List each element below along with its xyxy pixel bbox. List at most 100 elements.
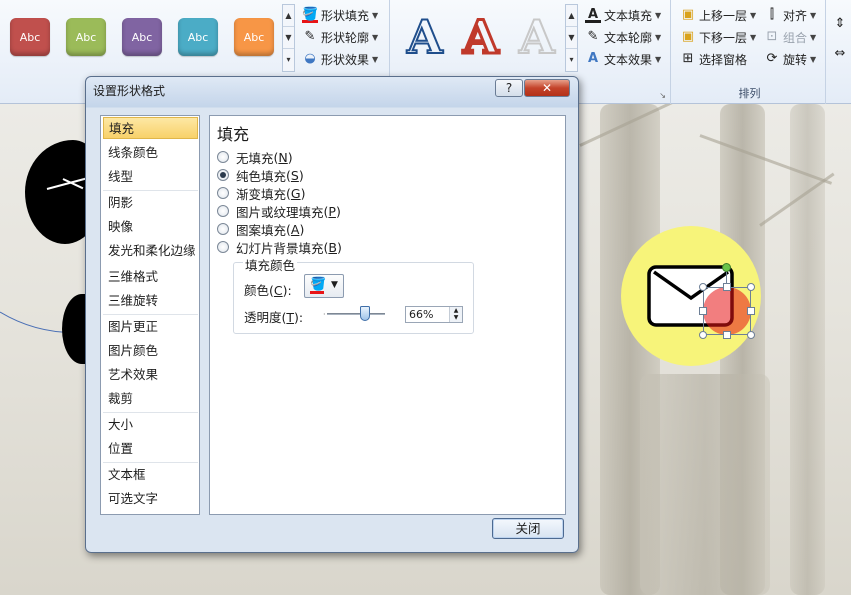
nav-item-artistic-effects[interactable]: 艺术效果	[103, 364, 198, 386]
transparency-slider-track[interactable]	[327, 313, 385, 315]
text-fill-icon: A	[585, 7, 601, 23]
transparency-value: 66%	[409, 308, 434, 321]
align-label: 对齐	[783, 8, 808, 23]
nav-item-3d-rotation[interactable]: 三维旋转	[103, 290, 198, 312]
nav-item-picture-color[interactable]: 图片颜色	[103, 340, 198, 362]
scroll-up-icon[interactable]: ▲	[283, 5, 294, 27]
panel-title: 填充	[217, 125, 250, 144]
size-button[interactable]: ⇕	[832, 14, 851, 34]
gallery-more-icon[interactable]: ▾	[566, 49, 577, 71]
transparency-slider-thumb[interactable]	[360, 306, 371, 321]
selection-pane-icon: ⊞	[682, 51, 694, 66]
radio-gradient-fill[interactable]	[217, 187, 229, 199]
nav-item-reflection[interactable]: 映像	[103, 216, 198, 238]
text-fill-button[interactable]: A 文本填充 ▼	[585, 5, 661, 25]
shape-outline-button[interactable]: ✎ 形状轮廓 ▼	[302, 27, 379, 47]
nav-separator	[103, 412, 198, 413]
wordart-style-red[interactable]: A	[462, 9, 501, 66]
shape-style-swatch[interactable]: Abc	[122, 18, 162, 56]
resize-handle[interactable]	[723, 331, 731, 339]
text-outline-button[interactable]: ✎ 文本轮廓 ▼	[585, 27, 662, 47]
nav-item-shadow[interactable]: 阴影	[103, 192, 198, 214]
nav-item-size[interactable]: 大小	[103, 414, 198, 436]
transparency-input[interactable]: 66% ▲ ▼	[405, 306, 463, 323]
chevron-down-icon: ▼	[372, 54, 379, 64]
bring-forward-button[interactable]: ▣ 上移一层 ▼	[680, 5, 756, 25]
resize-handle[interactable]	[699, 307, 707, 315]
chevron-down-icon: ▼	[655, 10, 662, 20]
wordart-style-blue[interactable]: A	[406, 9, 444, 65]
align-button[interactable]: ⫿ 对齐 ▼	[764, 5, 816, 25]
send-backward-button[interactable]: ▣ 下移一层 ▼	[680, 27, 756, 47]
nav-item-picture-corrections[interactable]: 图片更正	[103, 316, 198, 338]
rotation-handle[interactable]	[722, 263, 731, 272]
chevron-down-icon: ▼	[372, 10, 379, 20]
dialog-title: 设置形状格式	[93, 84, 166, 98]
rotate-button[interactable]: ⟳ 旋转 ▼	[764, 49, 817, 69]
resize-handle[interactable]	[723, 283, 731, 291]
radio-picture-texture-fill[interactable]	[217, 205, 229, 217]
nav-item-alt-text[interactable]: 可选文字	[103, 488, 198, 510]
option-key: (S)	[286, 167, 304, 183]
chevron-down-icon: ▼	[750, 10, 757, 20]
option-key: (P)	[323, 203, 341, 219]
nav-item-fill[interactable]: 填充	[103, 117, 198, 139]
scroll-down-icon[interactable]: ▼	[566, 27, 577, 49]
option-label: 渐变填充	[236, 186, 287, 202]
option-picture-texture-fill[interactable]: 图片或纹理填充 (P)	[217, 202, 341, 220]
scroll-up-icon[interactable]: ▲	[566, 5, 577, 27]
current-color-bar	[310, 291, 324, 294]
shape-outline-label: 形状轮廓	[321, 30, 370, 45]
spin-up-icon[interactable]: ▲	[450, 307, 462, 314]
shape-style-swatch[interactable]: Abc	[178, 18, 218, 56]
resize-handle[interactable]	[747, 307, 755, 315]
shape-style-swatch[interactable]: Abc	[10, 18, 50, 56]
scroll-down-icon[interactable]: ▼	[283, 27, 294, 49]
style-gallery-scroll[interactable]: ▲ ▼ ▾	[282, 4, 295, 72]
chevron-down-icon: ▼	[331, 280, 338, 290]
resize-handle[interactable]	[699, 331, 707, 339]
text-effects-button[interactable]: A 文本效果 ▼	[585, 49, 661, 69]
dialog-launcher-icon[interactable]: ↘	[659, 91, 666, 100]
paint-bucket-icon: 🪣	[310, 277, 327, 292]
size-button[interactable]: ⇔	[832, 44, 851, 64]
transparency-spinner[interactable]: ▲ ▼	[449, 307, 462, 322]
radio-slide-background-fill[interactable]	[217, 241, 229, 253]
nav-item-position[interactable]: 位置	[103, 438, 198, 460]
arrange-group-label: 排列	[738, 87, 761, 100]
wordart-gallery-scroll[interactable]: ▲ ▼ ▾	[565, 4, 578, 72]
radio-pattern-fill[interactable]	[217, 223, 229, 235]
option-gradient-fill[interactable]: 渐变填充 (G)	[217, 184, 305, 202]
group-button[interactable]: ⊡ 组合 ▼	[764, 27, 817, 47]
shape-style-swatch[interactable]: Abc	[66, 18, 106, 56]
gallery-more-icon[interactable]: ▾	[283, 49, 294, 71]
shape-effects-button[interactable]: ◒ 形状效果 ▼	[302, 49, 378, 69]
close-icon[interactable]: ✕	[524, 79, 570, 97]
close-button[interactable]: 关闭	[492, 518, 564, 539]
option-solid-fill[interactable]: 纯色填充 (S)	[217, 166, 304, 184]
fill-color-group: 填充颜色 颜色(C): 🪣 ▼ 透明度(T): · 66% ▲ ▼	[233, 255, 474, 334]
selection-box	[703, 287, 751, 335]
radio-solid-fill[interactable]	[217, 169, 229, 181]
selection-pane-button[interactable]: ⊞ 选择窗格	[680, 49, 747, 69]
nav-item-glow-soft-edges[interactable]: 发光和柔化边缘	[103, 240, 198, 262]
resize-handle[interactable]	[747, 283, 755, 291]
nav-item-text-box[interactable]: 文本框	[103, 464, 198, 486]
shape-fill-button[interactable]: 🪣 形状填充 ▼	[302, 5, 378, 25]
resize-handle[interactable]	[747, 331, 755, 339]
resize-handle[interactable]	[699, 283, 707, 291]
shape-style-swatch[interactable]: Abc	[234, 18, 274, 56]
option-no-fill[interactable]: 无填充 (N)	[217, 148, 293, 166]
spin-down-icon[interactable]: ▼	[450, 314, 462, 321]
option-slide-background-fill[interactable]: 幻灯片背景填充 (B)	[217, 238, 342, 256]
help-button[interactable]: ?	[495, 79, 523, 97]
wordart-style-gray[interactable]: A	[518, 9, 556, 65]
radio-no-fill[interactable]	[217, 151, 229, 163]
color-picker-button[interactable]: 🪣 ▼	[304, 274, 344, 298]
nav-item-line-style[interactable]: 线型	[103, 166, 198, 188]
nav-item-crop[interactable]: 裁剪	[103, 388, 198, 410]
chevron-down-icon: ▼	[810, 10, 817, 20]
option-pattern-fill[interactable]: 图案填充 (A)	[217, 220, 304, 238]
nav-item-line-color[interactable]: 线条颜色	[103, 142, 198, 164]
nav-item-3d-format[interactable]: 三维格式	[103, 266, 198, 288]
